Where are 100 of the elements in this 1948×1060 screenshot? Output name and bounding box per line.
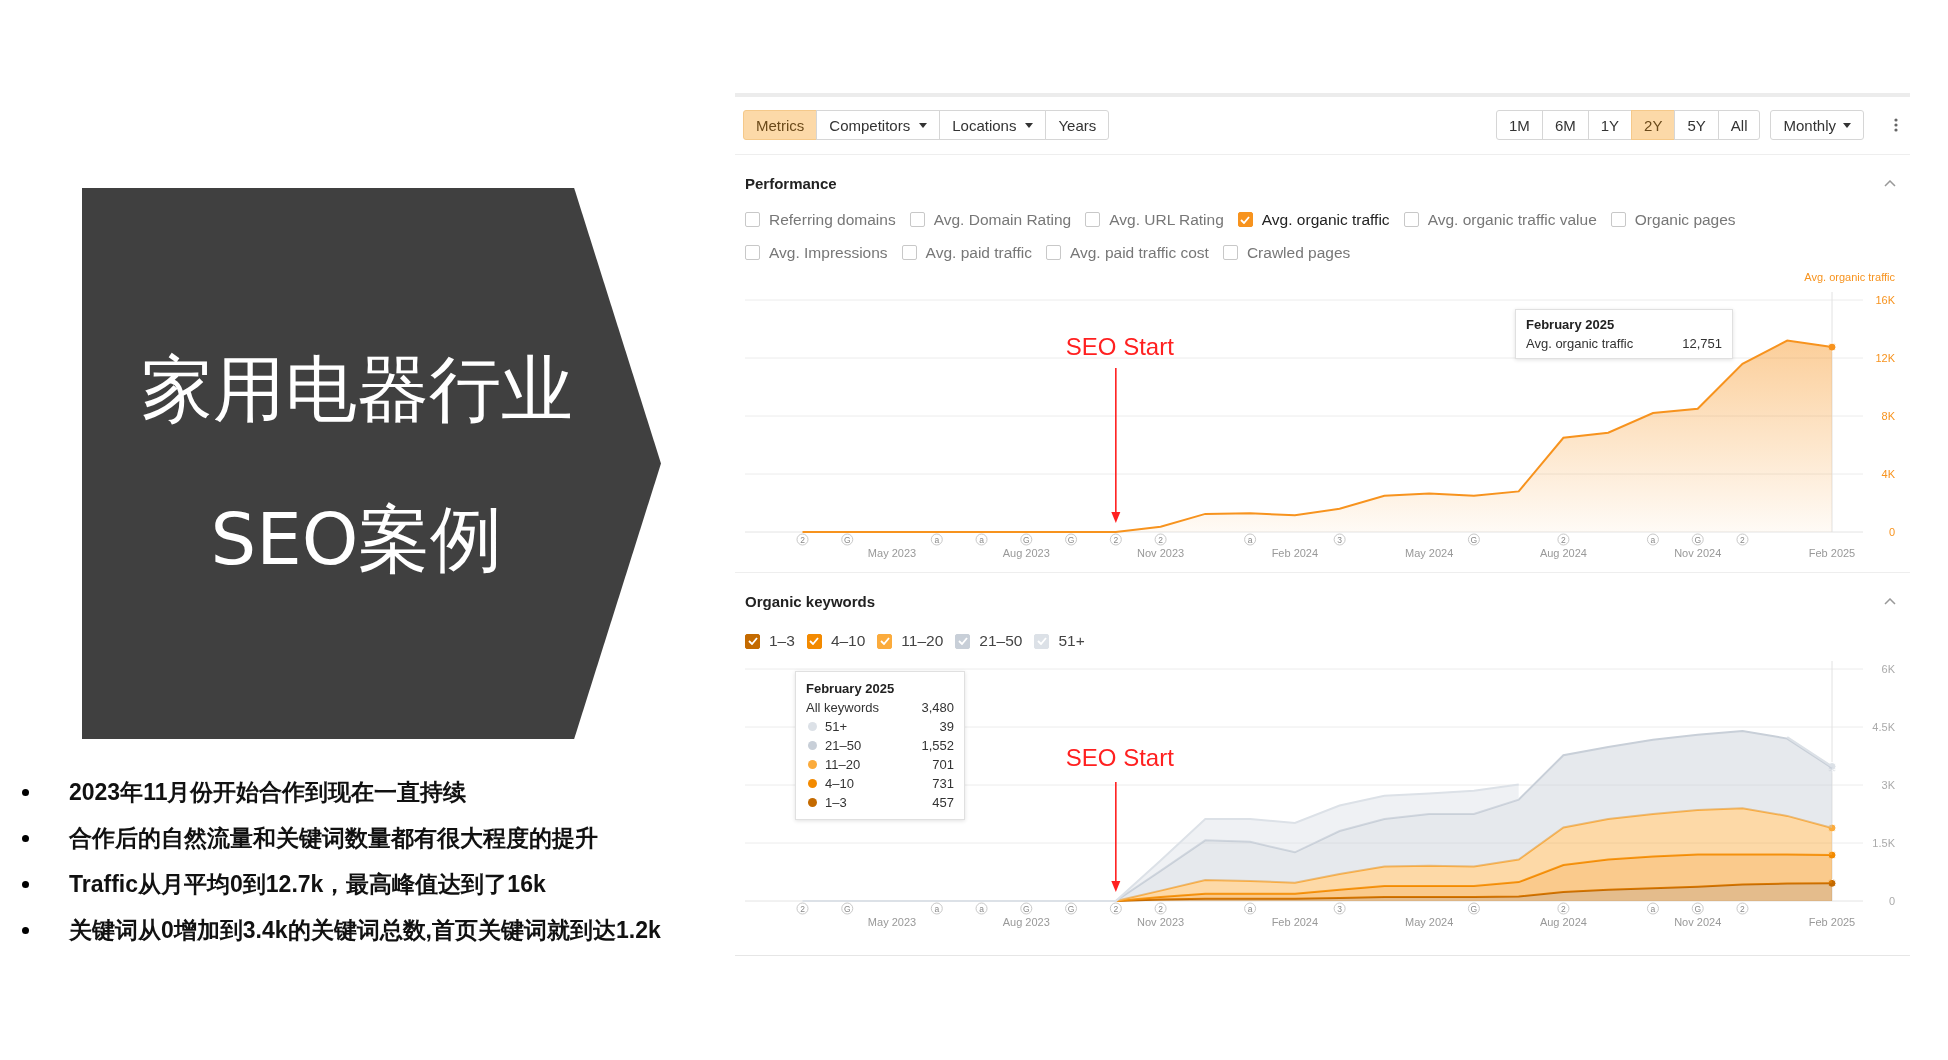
checkbox[interactable] [909, 212, 925, 227]
event-marker[interactable]: G [1691, 902, 1704, 915]
dropdown-tab[interactable]: Competitors [816, 110, 941, 140]
tooltip-value: 39 [939, 719, 954, 734]
event-marker[interactable]: 3 [1333, 533, 1346, 546]
series-label: Avg. organic traffic [1804, 271, 1895, 283]
event-marker[interactable]: 3 [1333, 902, 1346, 915]
checkbox-label[interactable]: Avg. organic traffic value [1427, 210, 1597, 229]
tooltip-title: February 2025 [806, 681, 896, 696]
axis-label: Aug 2024 [1539, 547, 1587, 559]
event-marker[interactable]: G [1020, 902, 1033, 915]
axis-label: Feb 2024 [1271, 547, 1319, 559]
axis-label: May 2024 [1405, 547, 1454, 559]
checkbox[interactable] [1610, 212, 1626, 227]
event-marker[interactable]: G [1065, 533, 1078, 546]
collapse-icon[interactable] [1884, 597, 1896, 605]
checkbox-label[interactable]: Avg. paid traffic [925, 243, 1032, 262]
event-marker[interactable]: a [1244, 533, 1257, 546]
event-marker[interactable]: 2 [1736, 902, 1749, 915]
interval-dropdown[interactable]: Monthly [1770, 110, 1864, 140]
tooltip-value: 701 [932, 757, 954, 772]
checkbox-label[interactable]: Organic pages [1634, 210, 1736, 229]
event-marker[interactable]: a [1646, 902, 1659, 915]
bullet-icon [22, 927, 29, 934]
view-tab[interactable]: Metrics [743, 110, 818, 140]
range-tab[interactable]: All [1717, 110, 1761, 140]
range-tab[interactable]: 1Y [1587, 110, 1633, 140]
checkbox-label[interactable]: Avg. Impressions [769, 243, 888, 262]
dropdown-tab[interactable]: Locations [939, 110, 1047, 140]
checkbox[interactable] [877, 633, 893, 649]
view-tab[interactable]: Years [1045, 110, 1110, 140]
event-marker[interactable]: a [930, 533, 943, 546]
checkbox[interactable] [955, 633, 971, 649]
bullet-text: Traffic从月平均0到12.7k，最高峰值达到了16k [69, 870, 547, 899]
tooltip-value: 3,480 [921, 700, 954, 715]
axis-label: Aug 2023 [1002, 547, 1050, 559]
collapse-icon[interactable] [1884, 179, 1896, 187]
axis-label: Nov 2024 [1674, 547, 1722, 559]
checkbox-label[interactable]: Avg. paid traffic cost [1069, 243, 1209, 262]
bullet-icon [22, 881, 29, 888]
range-tab[interactable]: 5Y [1674, 110, 1719, 140]
checkbox[interactable] [901, 245, 917, 260]
range-tab[interactable]: 1M [1496, 110, 1543, 140]
checkbox-label[interactable]: Referring domains [769, 210, 896, 229]
checkbox-label[interactable]: Avg. Domain Rating [933, 210, 1072, 229]
checkbox-label[interactable]: Crawled pages [1246, 243, 1351, 262]
event-marker[interactable]: G [1691, 533, 1704, 546]
checkbox[interactable] [1222, 245, 1238, 260]
section-title: Organic keywords [745, 592, 876, 610]
axis-label: Aug 2023 [1002, 916, 1050, 928]
event-marker[interactable]: 2 [1557, 902, 1570, 915]
checkbox[interactable] [745, 245, 760, 260]
checkbox-label[interactable]: 4–10 [830, 632, 866, 650]
event-marker[interactable]: G [1065, 902, 1078, 915]
event-marker[interactable]: a [930, 902, 943, 915]
checkbox[interactable] [1045, 245, 1061, 260]
bullet-text: 合作后的自然流量和关键词数量都有很大程度的提升 [69, 824, 599, 853]
checkbox-label[interactable]: Avg. organic traffic [1261, 210, 1390, 229]
event-marker[interactable]: 2 [796, 902, 809, 915]
range-tab[interactable]: 2Y [1631, 110, 1676, 140]
tooltip-label: 11–20 [825, 757, 862, 772]
more-options-icon[interactable] [1894, 118, 1898, 132]
axis-label: 12K [1875, 352, 1895, 364]
checkbox[interactable] [1085, 212, 1101, 227]
event-marker[interactable]: 2 [1154, 902, 1167, 915]
checkbox[interactable] [1237, 212, 1253, 227]
caret-icon [1025, 122, 1034, 128]
axis-label: Nov 2024 [1674, 916, 1722, 928]
event-marker[interactable]: G [1020, 533, 1033, 546]
bullet-icon [22, 835, 29, 842]
event-marker[interactable]: 2 [1154, 533, 1167, 546]
checkbox[interactable] [1403, 212, 1419, 227]
event-marker[interactable]: a [1244, 902, 1257, 915]
checkbox-label[interactable]: 51+ [1058, 632, 1085, 650]
event-marker[interactable]: G [841, 902, 854, 915]
event-marker[interactable]: a [1646, 533, 1659, 546]
event-marker[interactable]: 2 [1109, 533, 1122, 546]
range-tab[interactable]: 6M [1541, 110, 1589, 140]
event-marker[interactable]: a [975, 533, 988, 546]
tooltip-title: February 2025 [1526, 317, 1616, 332]
checkbox-label[interactable]: 21–50 [979, 632, 1023, 650]
event-marker[interactable]: G [1467, 533, 1480, 546]
event-marker[interactable]: 2 [1109, 902, 1122, 915]
checkbox[interactable] [745, 633, 760, 649]
checkbox[interactable] [745, 212, 760, 227]
event-marker[interactable]: 2 [1557, 533, 1570, 546]
callout-label: SEO Start [1065, 744, 1174, 771]
event-marker[interactable]: G [841, 533, 854, 546]
event-marker[interactable]: 2 [1736, 533, 1749, 546]
event-marker[interactable]: 2 [796, 533, 809, 546]
checkbox-label[interactable]: 11–20 [901, 632, 944, 650]
tooltip-label: All keywords [806, 700, 880, 715]
axis-label: Feb 2025 [1808, 547, 1856, 559]
event-marker[interactable]: a [975, 902, 988, 915]
checkbox[interactable] [806, 633, 822, 649]
checkbox-label[interactable]: Avg. URL Rating [1109, 210, 1224, 229]
tooltip-value: 1,552 [921, 738, 954, 753]
checkbox-label[interactable]: 1–3 [769, 632, 795, 650]
axis-label: Aug 2024 [1539, 916, 1587, 928]
event-marker[interactable]: G [1467, 902, 1480, 915]
